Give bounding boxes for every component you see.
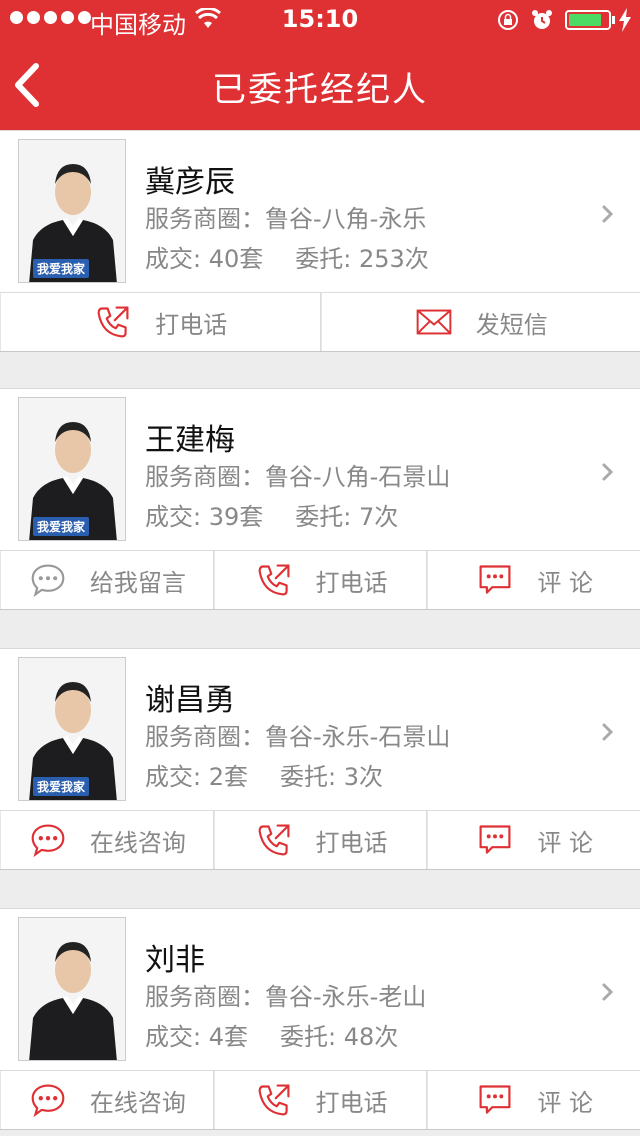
action-label: 给我留言 — [89, 568, 186, 597]
action-label: 在线咨询 — [89, 1088, 186, 1117]
broker-info-row[interactable]: 刘非服务商圈：鲁谷-永乐-老山 成交: 4套 委托: 48次 — [0, 909, 640, 1071]
action-label: 打电话 — [315, 568, 388, 597]
chat-bubble-icon — [28, 822, 68, 858]
navigation-bar: 已委托经纪人 — [0, 40, 640, 130]
action-button-envelope[interactable]: 发短信 — [320, 293, 640, 351]
broker-card: 我爱我家 王建梅服务商圈：鲁谷-八角-石景山 成交: 39套 委托: 7次给我留言 打电… — [0, 388, 640, 610]
entrust-count: 委托: 48次 — [279, 1023, 399, 1051]
chevron-right-icon — [602, 983, 614, 1001]
battery-icon — [565, 10, 611, 30]
action-label: 在线咨询 — [89, 828, 186, 857]
action-button-phone[interactable]: 打电话 — [213, 811, 428, 869]
entrust-count: 委托: 253次 — [295, 245, 429, 273]
service-area: 服务商圈：鲁谷-永乐-石景山 — [145, 723, 451, 751]
comment-icon — [475, 1082, 515, 1118]
action-button-phone[interactable]: 打电话 — [0, 293, 321, 351]
broker-stats: 成交: 40套 委托: 253次 — [145, 239, 429, 274]
phone-icon — [93, 304, 133, 340]
avatar-logo-badge: 我爱我家 — [33, 259, 90, 278]
action-label: 打电话 — [155, 310, 228, 339]
status-bar: 中国移动 15:10 — [0, 0, 640, 40]
entrust-count: 委托: 3次 — [279, 763, 383, 791]
message-bubble-icon — [28, 562, 68, 598]
broker-avatar: 我爱我家 — [18, 139, 126, 283]
entrust-count: 委托: 7次 — [295, 503, 399, 531]
action-label: 发短信 — [475, 310, 548, 339]
avatar-logo-badge: 我爱我家 — [33, 777, 90, 796]
broker-name: 王建梅 — [145, 423, 235, 458]
action-label: 打电话 — [315, 1088, 388, 1117]
page-title: 已委托经纪人 — [212, 70, 428, 110]
comment-icon — [475, 822, 515, 858]
service-area: 服务商圈：鲁谷-永乐-老山 — [145, 983, 427, 1011]
broker-avatar — [18, 917, 126, 1061]
broker-actions: 在线咨询 打电话 评 论 — [0, 811, 640, 869]
chat-bubble-icon — [28, 1082, 68, 1118]
chevron-right-icon — [602, 205, 614, 223]
deal-count: 成交: 4套 — [145, 1023, 248, 1051]
action-label: 评 论 — [537, 828, 593, 857]
broker-stats: 成交: 2套 委托: 3次 — [145, 757, 383, 792]
phone-icon — [254, 822, 294, 858]
broker-card: 刘非服务商圈：鲁谷-永乐-老山 成交: 4套 委托: 48次在线咨询 打电话 评 论 — [0, 908, 640, 1130]
envelope-icon — [414, 304, 454, 340]
comment-icon — [475, 562, 515, 598]
phone-icon — [254, 562, 294, 598]
broker-info-row[interactable]: 我爱我家 谢昌勇服务商圈：鲁谷-永乐-石景山 成交: 2套 委托: 3次 — [0, 649, 640, 811]
charging-bolt-icon — [619, 8, 631, 32]
battery-level — [569, 14, 601, 26]
broker-stats: 成交: 4套 委托: 48次 — [145, 1017, 398, 1052]
action-label: 打电话 — [315, 828, 388, 857]
broker-actions: 给我留言 打电话 评 论 — [0, 551, 640, 609]
battery-tip — [612, 16, 615, 24]
action-button-phone[interactable]: 打电话 — [213, 551, 428, 609]
broker-name: 刘非 — [145, 943, 205, 978]
broker-avatar: 我爱我家 — [18, 657, 126, 801]
phone-icon — [254, 1082, 294, 1118]
broker-actions: 在线咨询 打电话 评 论 — [0, 1071, 640, 1129]
action-button-comment[interactable]: 评 论 — [427, 811, 640, 869]
deal-count: 成交: 39套 — [145, 503, 264, 531]
action-button-chat-bubble[interactable]: 在线咨询 — [0, 811, 214, 869]
action-button-chat-bubble[interactable]: 在线咨询 — [0, 1071, 214, 1129]
rotation-lock-icon — [498, 10, 518, 30]
avatar-logo-badge: 我爱我家 — [33, 517, 90, 536]
service-area: 服务商圈：鲁谷-八角-永乐 — [145, 205, 427, 233]
broker-info-row[interactable]: 我爱我家 王建梅服务商圈：鲁谷-八角-石景山 成交: 39套 委托: 7次 — [0, 389, 640, 551]
action-button-comment[interactable]: 评 论 — [427, 1071, 640, 1129]
broker-info-row[interactable]: 我爱我家 冀彦辰服务商圈：鲁谷-八角-永乐 成交: 40套 委托: 253次 — [0, 131, 640, 293]
chevron-right-icon — [602, 463, 614, 481]
broker-card: 我爱我家 谢昌勇服务商圈：鲁谷-永乐-石景山 成交: 2套 委托: 3次在线咨询 打电话… — [0, 648, 640, 870]
chevron-right-icon — [602, 723, 614, 741]
action-button-comment[interactable]: 评 论 — [427, 551, 640, 609]
broker-actions: 打电话 发短信 — [0, 293, 640, 351]
action-label: 评 论 — [537, 1088, 593, 1117]
broker-card: 我爱我家 冀彦辰服务商圈：鲁谷-八角-永乐 成交: 40套 委托: 253次打电话 发短… — [0, 130, 640, 352]
deal-count: 成交: 40套 — [145, 245, 264, 273]
deal-count: 成交: 2套 — [145, 763, 248, 791]
action-label: 评 论 — [537, 568, 593, 597]
broker-stats: 成交: 39套 委托: 7次 — [145, 497, 398, 532]
action-button-phone[interactable]: 打电话 — [213, 1071, 428, 1129]
service-area: 服务商圈：鲁谷-八角-石景山 — [145, 463, 451, 491]
broker-avatar: 我爱我家 — [18, 397, 126, 541]
action-button-message-bubble[interactable]: 给我留言 — [0, 551, 214, 609]
alarm-icon — [532, 10, 552, 29]
broker-name: 冀彦辰 — [145, 165, 235, 200]
broker-name: 谢昌勇 — [145, 683, 235, 718]
